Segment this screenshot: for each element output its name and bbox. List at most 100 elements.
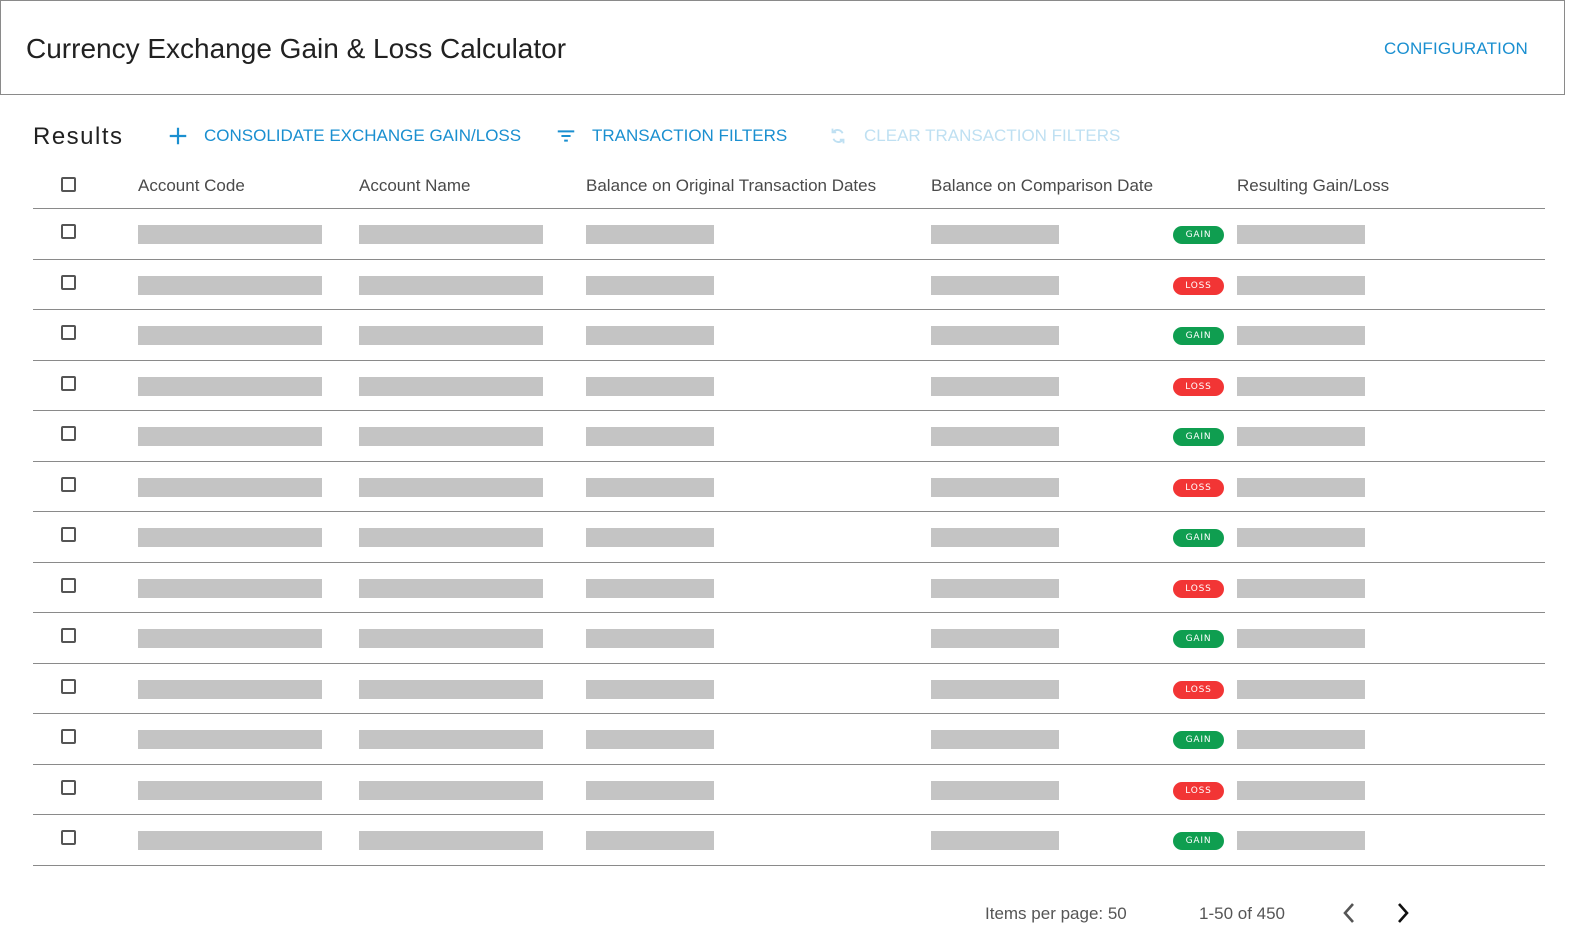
table-row[interactable]: LOSS [33,765,1545,815]
chevron-left-icon[interactable] [1338,900,1360,926]
row-checkbox[interactable] [61,274,76,290]
page-title: Currency Exchange Gain & Loss Calculator [26,33,567,64]
account-name-placeholder [359,528,543,547]
status-badge: LOSS [1173,680,1224,699]
page-range: 1-50 of 450 [1199,904,1286,923]
row-checkbox[interactable] [61,729,76,744]
row-checkbox[interactable] [61,426,76,441]
balance-comparison-placeholder [931,427,1059,446]
table-row[interactable]: GAIN [33,411,1545,462]
transaction-filters-button[interactable]: TRANSACTION FILTERS [555,124,787,148]
balance-comparison-placeholder [931,275,1059,295]
resulting-gain-loss-placeholder [1237,275,1365,295]
table-row[interactable]: GAIN [33,512,1545,563]
table-header: Account Code Account Name Balance on Ori… [33,164,1545,209]
account-name-placeholder [359,629,543,648]
table-row[interactable]: LOSS [33,260,1545,310]
balance-comparison-placeholder [931,831,1059,850]
account-name-placeholder [359,326,543,345]
clear-filters-button[interactable]: CLEAR TRANSACTION FILTERS [827,124,1120,148]
balance-comparison-placeholder [931,679,1059,699]
consolidate-button[interactable]: CONSOLIDATE EXCHANGE GAIN/LOSS [167,124,521,148]
resulting-gain-loss-placeholder [1237,225,1365,244]
resulting-gain-loss-placeholder [1237,376,1365,396]
status-badge: GAIN [1173,529,1224,547]
account-code-placeholder [138,376,322,396]
select-all-checkbox[interactable] [61,177,76,192]
balance-comparison-placeholder [931,225,1059,244]
table-row[interactable]: GAIN [33,310,1545,361]
account-code-placeholder [138,427,322,446]
row-checkbox[interactable] [61,375,76,391]
account-name-placeholder [359,225,543,244]
table-row[interactable]: LOSS [33,664,1545,714]
status-badge: LOSS [1173,276,1224,295]
status-badge: GAIN [1173,327,1224,345]
table-row[interactable]: LOSS [33,462,1545,512]
account-code-placeholder [138,528,322,547]
balance-original-placeholder [586,326,714,345]
resulting-gain-loss-placeholder [1237,326,1365,345]
balance-comparison-placeholder [931,326,1059,345]
column-header-balance-original[interactable]: Balance on Original Transaction Dates [586,176,876,196]
column-header-account-name[interactable]: Account Name [359,176,471,196]
plus-icon [169,127,187,145]
row-checkbox[interactable] [61,476,76,492]
table-row[interactable]: GAIN [33,714,1545,765]
configuration-link[interactable]: CONFIGURATION [1384,39,1528,59]
account-name-placeholder [359,477,543,497]
account-code-placeholder [138,679,322,699]
table-row[interactable]: LOSS [33,563,1545,613]
account-code-placeholder [138,578,322,598]
table-row[interactable]: GAIN [33,613,1545,664]
status-badge: GAIN [1173,226,1224,244]
row-checkbox[interactable] [61,527,76,542]
table-row[interactable]: LOSS [33,361,1545,411]
results-heading: Results [33,123,124,150]
balance-comparison-placeholder [931,730,1059,749]
column-header-resulting-gain-loss[interactable]: Resulting Gain/Loss [1237,176,1389,196]
row-checkbox[interactable] [61,678,76,694]
filter-icon [557,130,575,142]
app-header: Currency Exchange Gain & Loss Calculator… [0,0,1565,95]
row-checkbox[interactable] [61,224,76,239]
paginator: Items per page: 50 1-50 of 450 [0,900,1573,926]
table-row[interactable]: GAIN [33,815,1545,866]
balance-original-placeholder [586,780,714,800]
balance-original-placeholder [586,629,714,648]
resulting-gain-loss-placeholder [1237,427,1365,446]
resulting-gain-loss-placeholder [1237,528,1365,547]
account-code-placeholder [138,326,322,345]
account-code-placeholder [138,780,322,800]
chevron-right-icon[interactable] [1392,900,1414,926]
table-row[interactable]: GAIN [33,209,1545,260]
row-checkbox[interactable] [61,577,76,593]
balance-comparison-placeholder [931,578,1059,598]
table-body: GAIN LOSS GAIN LOSS GAIN LOSS GAIN LOSS GAIN LOSS… [33,209,1545,866]
account-code-placeholder [138,477,322,497]
balance-original-placeholder [586,225,714,244]
status-badge: GAIN [1173,428,1224,446]
balance-original-placeholder [586,679,714,699]
account-name-placeholder [359,679,543,699]
column-header-balance-comparison[interactable]: Balance on Comparison Date [931,176,1153,196]
status-badge: GAIN [1173,832,1224,850]
column-header-account-code[interactable]: Account Code [138,176,245,196]
transaction-filters-label: TRANSACTION FILTERS [592,126,788,145]
balance-comparison-placeholder [931,376,1059,396]
account-code-placeholder [138,629,322,648]
resulting-gain-loss-placeholder [1237,831,1365,850]
account-code-placeholder [138,831,322,850]
row-checkbox[interactable] [61,628,76,643]
resulting-gain-loss-placeholder [1237,730,1365,749]
account-name-placeholder [359,831,543,850]
results-table: Account Code Account Name Balance on Ori… [33,164,1545,866]
items-per-page[interactable]: Items per page: 50 [985,904,1127,924]
row-checkbox[interactable] [61,325,76,340]
balance-comparison-placeholder [931,528,1059,547]
status-badge: LOSS [1173,478,1224,497]
account-name-placeholder [359,730,543,749]
row-checkbox[interactable] [61,779,76,795]
account-name-placeholder [359,376,543,396]
row-checkbox[interactable] [61,830,76,845]
